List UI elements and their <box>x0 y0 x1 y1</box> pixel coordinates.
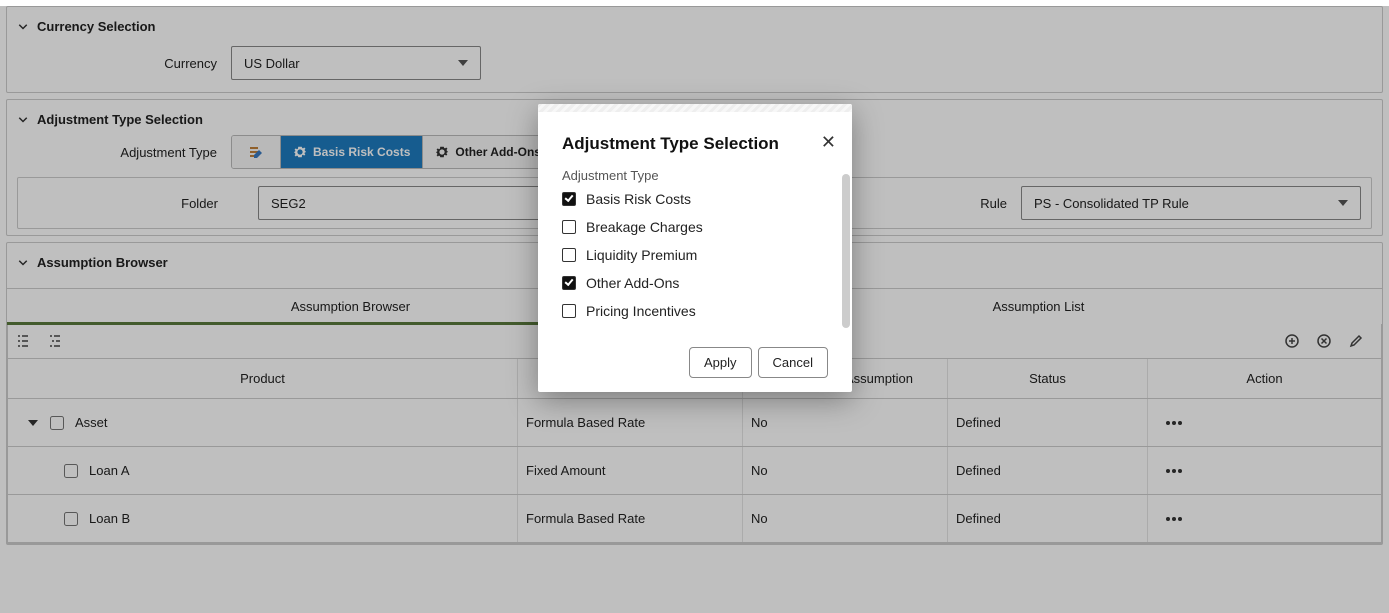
modal-option-label: Other Add-Ons <box>586 275 679 291</box>
cancel-label: Cancel <box>773 355 813 370</box>
modal-option-label: Pricing Incentives <box>586 303 696 319</box>
adjustment-type-modal: ✕ Adjustment Type Selection Adjustment T… <box>538 104 852 392</box>
modal-option[interactable]: Basis Risk Costs <box>562 191 828 207</box>
modal-sublabel: Adjustment Type <box>562 168 828 183</box>
cancel-button[interactable]: Cancel <box>758 347 828 378</box>
modal-option[interactable]: Pricing Incentives <box>562 303 828 319</box>
checkbox-icon[interactable] <box>562 304 576 318</box>
checkbox-icon[interactable] <box>562 192 576 206</box>
modal-option-label: Breakage Charges <box>586 219 703 235</box>
modal-footer: Apply Cancel <box>538 323 852 378</box>
checkbox-icon[interactable] <box>562 248 576 262</box>
checkbox-icon[interactable] <box>562 220 576 234</box>
modal-option-label: Liquidity Premium <box>586 247 697 263</box>
modal-drag-handle[interactable] <box>538 104 852 112</box>
checkbox-icon[interactable] <box>562 276 576 290</box>
close-icon[interactable]: ✕ <box>821 132 836 153</box>
modal-options-list: Basis Risk Costs Breakage Charges Liquidit… <box>562 191 828 319</box>
modal-title: Adjustment Type Selection <box>562 134 828 154</box>
modal-option[interactable]: Breakage Charges <box>562 219 828 235</box>
apply-button[interactable]: Apply <box>689 347 752 378</box>
modal-option[interactable]: Liquidity Premium <box>562 247 828 263</box>
apply-label: Apply <box>704 355 737 370</box>
modal-scrollbar[interactable] <box>842 174 850 328</box>
modal-option-label: Basis Risk Costs <box>586 191 691 207</box>
modal-option[interactable]: Other Add-Ons <box>562 275 828 291</box>
